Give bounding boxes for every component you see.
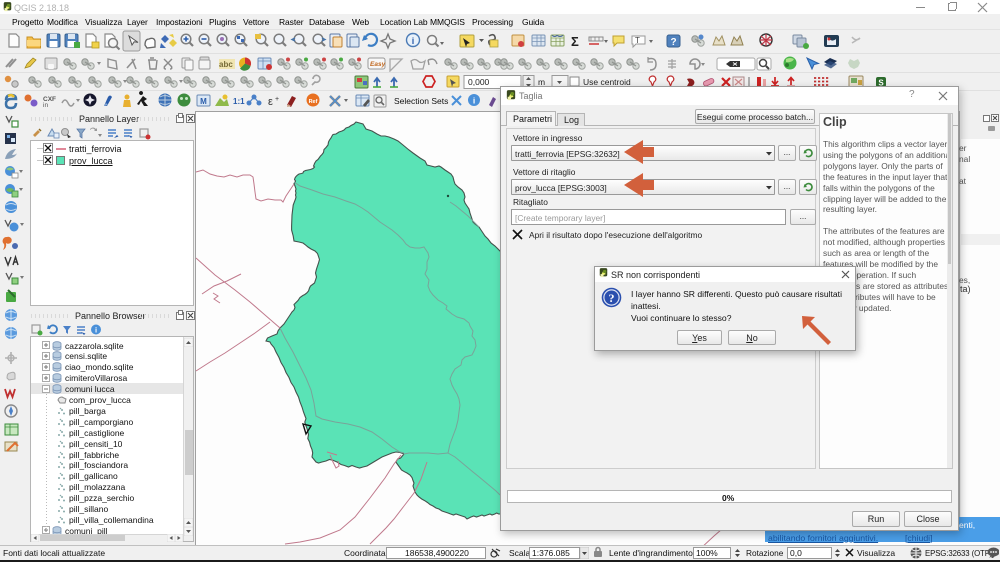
- svg-text:+: +: [275, 96, 279, 103]
- svg-text:M: M: [200, 97, 207, 106]
- svg-text:i: i: [95, 326, 97, 335]
- svg-text:Σ: Σ: [571, 34, 579, 49]
- svg-text:Easy: Easy: [370, 61, 386, 68]
- svg-text:Ref: Ref: [309, 99, 318, 105]
- svg-text:Selection Sets: Selection Sets: [394, 96, 448, 106]
- svg-text:ε: ε: [268, 96, 273, 108]
- svg-text:in: in: [43, 102, 48, 109]
- svg-text:i: i: [473, 96, 475, 106]
- svg-text:i: i: [412, 36, 415, 46]
- svg-text:?: ?: [670, 37, 676, 48]
- svg-text:T: T: [635, 36, 640, 45]
- svg-text:?: ?: [609, 291, 615, 305]
- svg-text:0,000: 0,000: [468, 77, 490, 87]
- svg-text:1:1: 1:1: [233, 97, 245, 106]
